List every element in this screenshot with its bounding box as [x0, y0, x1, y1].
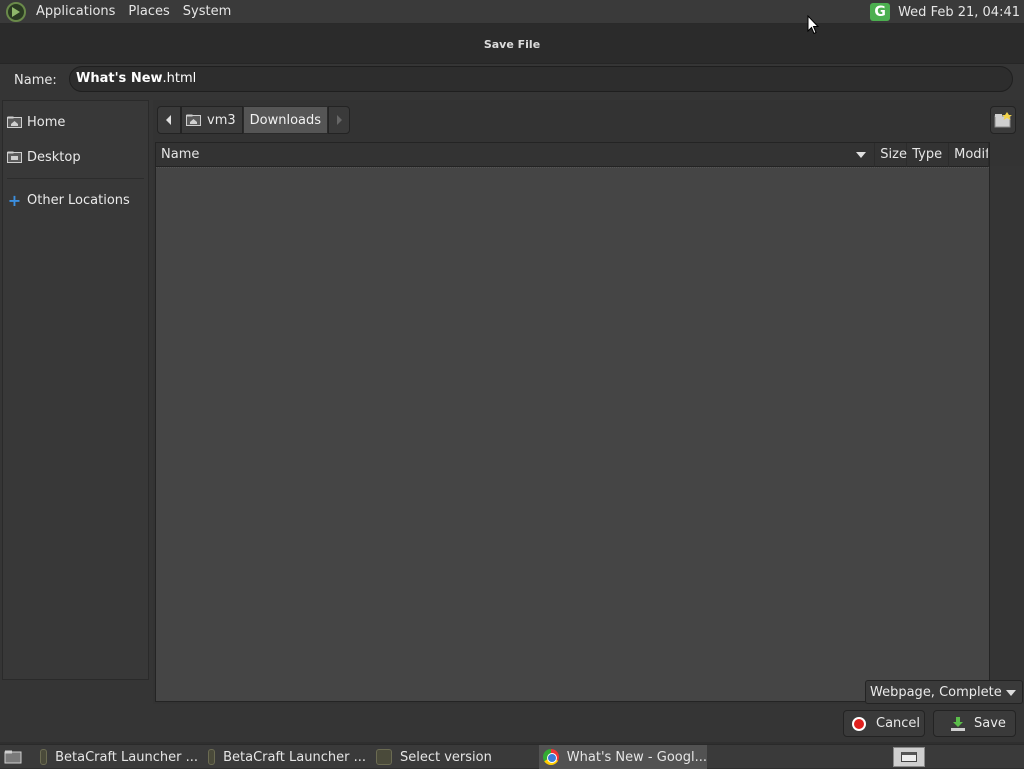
menu-logo-icon[interactable]: [6, 1, 26, 22]
chevron-left-icon: [166, 115, 171, 125]
clock[interactable]: Wed Feb 21, 04:41: [898, 5, 1020, 20]
path-back-button[interactable]: [157, 106, 181, 134]
new-folder-button[interactable]: [990, 106, 1016, 134]
sidebar-item-label: Other Locations: [27, 192, 130, 208]
bottom-taskbar: BetaCraft Launcher ... BetaCraft Launche…: [0, 744, 1024, 769]
workspace-window-icon: [901, 752, 917, 762]
betacraft-app-icon: [208, 749, 216, 765]
chevron-down-icon: [1006, 690, 1016, 696]
path-segment-label: vm3: [207, 112, 236, 128]
cancel-label: Cancel: [876, 716, 921, 731]
sidebar-item-desktop[interactable]: Desktop: [3, 143, 148, 171]
sidebar-separator: [7, 178, 144, 179]
path-segment-vm3[interactable]: vm3: [181, 106, 243, 134]
chrome-icon: [543, 749, 559, 765]
places-menu[interactable]: Places: [125, 4, 172, 19]
new-folder-icon: [994, 112, 1012, 128]
column-label: Name: [161, 147, 200, 162]
sidebar-item-other-locations[interactable]: + Other Locations: [3, 186, 148, 214]
cancel-icon: [852, 716, 866, 731]
taskbar-item-label: BetaCraft Launcher ...: [223, 749, 366, 765]
dialog-titlebar[interactable]: Save File: [0, 24, 1024, 64]
filename-selected-text: What's New: [76, 71, 163, 86]
cancel-button[interactable]: Cancel: [843, 710, 925, 737]
sidebar-item-label: Desktop: [27, 149, 81, 165]
home-folder-icon: [7, 116, 22, 128]
filename-extension: .html: [162, 71, 197, 86]
save-button[interactable]: Save: [933, 710, 1016, 737]
workspace-switcher[interactable]: [893, 747, 925, 767]
taskbar-item-label: What's New - Googl...: [566, 749, 707, 765]
path-bar: vm3 Downloads: [157, 106, 351, 134]
dialog-title: Save File: [483, 38, 541, 51]
sort-descending-icon: [856, 151, 867, 158]
save-file-dialog: Save File Name: What's New.html Home Des…: [0, 24, 1024, 742]
taskbar-item-betacraft-1[interactable]: BetaCraft Launcher ...: [36, 745, 198, 769]
mouse-cursor-icon: [807, 15, 819, 35]
filename-input[interactable]: What's New.html: [69, 66, 1013, 92]
taskbar-item-chrome[interactable]: What's New - Googl...: [539, 745, 707, 769]
save-label: Save: [974, 716, 1006, 731]
column-header-name[interactable]: Name: [156, 142, 876, 167]
path-forward-button[interactable]: [328, 106, 351, 134]
sidebar-item-label: Home: [27, 114, 66, 130]
column-header-type[interactable]: Type: [907, 142, 950, 167]
filter-selected-label: Webpage, Complete: [870, 684, 1002, 700]
top-panel: Applications Places System G Wed Feb 21,…: [0, 0, 1024, 24]
column-header-size[interactable]: Size: [875, 142, 908, 167]
betacraft-app-icon: [40, 749, 48, 765]
home-folder-icon: [186, 114, 201, 126]
system-menu[interactable]: System: [180, 4, 234, 19]
file-type-filter[interactable]: Webpage, Complete: [865, 680, 1023, 704]
tray-g-icon[interactable]: G: [870, 3, 891, 21]
name-row: Name: What's New.html: [0, 64, 1024, 96]
file-list: Name Size Type Modif: [155, 142, 990, 702]
scroll-gutter: [990, 166, 1024, 702]
sidebar-item-home[interactable]: Home: [3, 108, 148, 136]
show-desktop-icon: [4, 750, 22, 763]
column-header-modified[interactable]: Modif: [949, 142, 989, 167]
taskbar-item-label: BetaCraft Launcher ...: [55, 749, 198, 765]
betacraft-app-icon: [376, 749, 392, 765]
desktop-folder-icon: [7, 151, 22, 163]
save-download-icon: [951, 716, 965, 731]
chevron-right-icon: [337, 115, 343, 125]
applications-menu[interactable]: Applications: [33, 4, 118, 19]
taskbar-item-label: Select version: [400, 749, 492, 765]
taskbar-item-select-version[interactable]: Select version: [372, 745, 534, 769]
system-tray: G Wed Feb 21, 04:41: [870, 0, 1020, 24]
path-segment-label: Downloads: [249, 112, 322, 128]
places-sidebar: Home Desktop + Other Locations: [2, 100, 149, 680]
file-list-header: Name Size Type Modif: [156, 142, 989, 167]
name-label: Name:: [14, 72, 57, 88]
file-chooser-main: vm3 Downloads Name Size Type Modif: [153, 100, 1024, 704]
plus-icon: +: [7, 190, 22, 210]
show-desktop-button[interactable]: [2, 747, 24, 767]
taskbar-item-betacraft-2[interactable]: BetaCraft Launcher ...: [204, 745, 366, 769]
path-segment-downloads[interactable]: Downloads: [242, 106, 329, 134]
file-list-body[interactable]: [156, 167, 989, 701]
